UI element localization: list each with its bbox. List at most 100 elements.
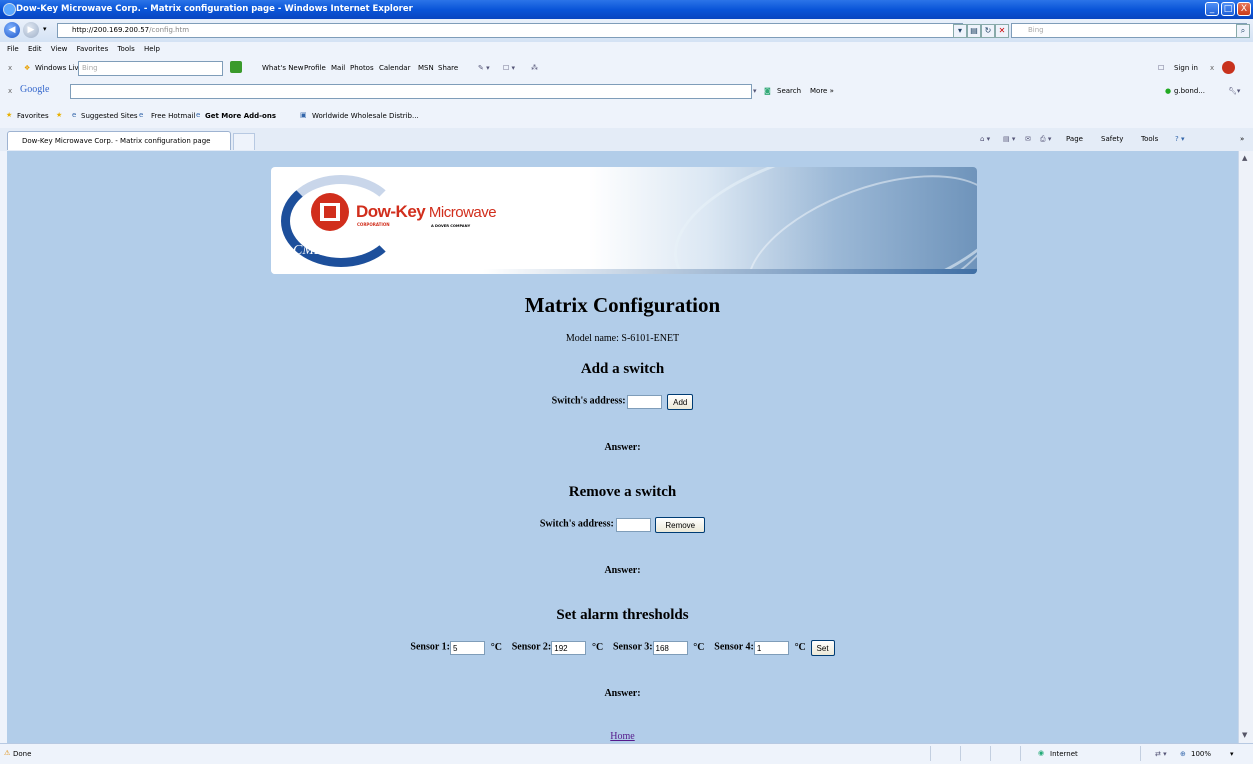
- home-link-row: Home: [7, 731, 1238, 742]
- set-button[interactable]: Set: [810, 640, 835, 656]
- tab-strip: Dow-Key Microwave Corp. - Matrix configu…: [0, 128, 1253, 152]
- menu-favorites[interactable]: Favorites: [77, 45, 109, 53]
- logo-brand-sub: Microwave: [425, 204, 497, 221]
- read-mail-icon[interactable]: ✉: [1025, 135, 1031, 143]
- new-tab-button[interactable]: [233, 133, 255, 150]
- google-account-status-icon: ●: [1165, 87, 1172, 95]
- toolbar-close-icon[interactable]: x: [8, 64, 12, 72]
- zoom-icon[interactable]: ⊕: [1180, 750, 1186, 758]
- google-search-dropdown-icon[interactable]: ▾: [753, 87, 757, 95]
- company-banner: Dow-Key Microwave CORPORATION A DOVER CO…: [271, 167, 977, 274]
- live-link-calendar[interactable]: Calendar: [379, 64, 410, 72]
- menu-edit[interactable]: Edit: [28, 45, 42, 53]
- sensor-3-input[interactable]: [652, 641, 688, 655]
- search-icon[interactable]: ⌕: [1236, 24, 1250, 38]
- add-address-input[interactable]: [627, 395, 663, 409]
- tab-active[interactable]: Dow-Key Microwave Corp. - Matrix configu…: [7, 131, 231, 150]
- menu-help[interactable]: Help: [144, 45, 160, 53]
- zoom-dropdown-icon[interactable]: ▾: [1230, 750, 1234, 758]
- live-link-share[interactable]: Share: [438, 64, 458, 72]
- google-more-button[interactable]: More »: [810, 87, 834, 95]
- search-input[interactable]: Bing: [1011, 23, 1247, 38]
- sensor-4-input[interactable]: [753, 641, 789, 655]
- google-search-input[interactable]: [70, 84, 752, 99]
- scroll-up-icon[interactable]: ▲: [1242, 154, 1247, 162]
- add-button[interactable]: Add: [667, 394, 694, 410]
- recent-pages-icon[interactable]: ▾: [43, 25, 47, 33]
- page-content: Dow-Key Microwave CORPORATION A DOVER CO…: [7, 151, 1238, 743]
- left-frame: [0, 151, 7, 743]
- protected-mode-icon[interactable]: ⇄ ▾: [1155, 750, 1167, 758]
- alarm-answer: Answer:: [604, 688, 641, 699]
- forward-button[interactable]: ▶: [23, 22, 39, 38]
- add-favorite-icon[interactable]: ★: [56, 111, 62, 119]
- live-link-whats-new[interactable]: What's New: [262, 64, 303, 72]
- sensor-2-input[interactable]: [551, 641, 587, 655]
- minimize-button[interactable]: _: [1205, 2, 1219, 16]
- windows-live-toolbar: x ❖ Windows Live Bing What's New Profile…: [0, 57, 1253, 81]
- help-icon[interactable]: ? ▾: [1175, 135, 1184, 143]
- live-link-mail[interactable]: Mail: [331, 64, 345, 72]
- live-link-profile[interactable]: Profile: [304, 64, 326, 72]
- sensor-4-label: Sensor 4:: [714, 641, 754, 653]
- back-button[interactable]: ◀: [4, 22, 20, 38]
- home-icon[interactable]: ⌂ ▾: [980, 135, 990, 143]
- page-menu[interactable]: Page: [1066, 135, 1083, 143]
- more-commands-icon[interactable]: »: [1240, 135, 1244, 143]
- sensor-1-label: Sensor 1:: [410, 641, 450, 653]
- avatar[interactable]: [1222, 61, 1235, 74]
- home-link[interactable]: Home: [610, 731, 634, 742]
- fav-worldwide-wholesale[interactable]: Worldwide Wholesale Distrib...: [312, 112, 419, 120]
- windows-live-brand[interactable]: Windows Live: [35, 64, 83, 72]
- menu-tools[interactable]: Tools: [117, 45, 134, 53]
- remove-address-input[interactable]: [615, 518, 651, 532]
- live-search-go-icon[interactable]: [230, 61, 242, 73]
- ie-icon: [3, 3, 16, 16]
- sensor-1-input[interactable]: [449, 641, 485, 655]
- print-icon[interactable]: ⎙ ▾: [1040, 135, 1051, 144]
- google-search-button[interactable]: Search: [777, 87, 801, 95]
- toolbar-close-icon-right[interactable]: x: [1210, 64, 1214, 72]
- live-search-input[interactable]: Bing: [78, 61, 223, 76]
- stop-icon[interactable]: ✕: [995, 24, 1009, 38]
- vertical-scrollbar[interactable]: ▲ ▼: [1238, 151, 1253, 743]
- scroll-down-icon[interactable]: ▼: [1242, 731, 1247, 739]
- banner-bottom-rule: [271, 269, 977, 274]
- live-link-msn[interactable]: MSN: [418, 64, 434, 72]
- close-button[interactable]: X: [1237, 2, 1251, 16]
- safety-menu[interactable]: Safety: [1101, 135, 1123, 143]
- menu-file[interactable]: File: [7, 45, 19, 53]
- google-account[interactable]: g.bond...: [1174, 87, 1205, 95]
- internet-zone-icon: ◉: [1038, 749, 1045, 757]
- window-title-bar: Dow-Key Microwave Corp. - Matrix configu…: [0, 0, 1253, 19]
- web-slice-icon: ▣: [300, 111, 307, 119]
- sign-in-link[interactable]: Sign in: [1174, 64, 1198, 72]
- compat-view-icon[interactable]: ▤: [967, 24, 981, 38]
- translate-icon[interactable]: ⁂: [531, 64, 538, 72]
- fav-get-more-addons[interactable]: Get More Add-ons: [205, 112, 276, 120]
- wrench-icon[interactable]: 🔧︎▾: [1228, 87, 1240, 95]
- fav-free-hotmail[interactable]: Free Hotmail: [151, 112, 195, 120]
- refresh-icon[interactable]: ↻: [981, 24, 995, 38]
- address-field[interactable]: http://200.169.200.57/config.htm: [57, 23, 963, 38]
- logo-corporation: CORPORATION: [357, 222, 390, 227]
- google-brand[interactable]: Google: [20, 84, 49, 95]
- messenger-icon[interactable]: ☐ ▾: [503, 64, 515, 72]
- maximize-button[interactable]: □: [1221, 2, 1235, 16]
- feeds-icon[interactable]: ▤ ▾: [1003, 135, 1015, 143]
- google-search-icon: ◙: [764, 87, 771, 95]
- google-toolbar-close-icon[interactable]: x: [8, 87, 12, 95]
- tools-menu[interactable]: Tools: [1141, 135, 1158, 143]
- ie-page-icon: e: [72, 111, 77, 119]
- live-link-photos[interactable]: Photos: [350, 64, 374, 72]
- security-zone[interactable]: Internet: [1050, 750, 1078, 758]
- blog-icon[interactable]: ✎ ▾: [478, 64, 490, 72]
- status-divider: [1020, 746, 1021, 761]
- logo-brand-main: Dow-Key: [356, 202, 426, 221]
- zoom-level[interactable]: 100%: [1191, 750, 1211, 758]
- remove-button[interactable]: Remove: [655, 517, 706, 533]
- fav-suggested-sites[interactable]: Suggested Sites: [81, 112, 138, 120]
- menu-view[interactable]: View: [51, 45, 68, 53]
- address-dropdown-icon[interactable]: ▾: [953, 24, 967, 38]
- favorites-button[interactable]: Favorites: [17, 112, 49, 120]
